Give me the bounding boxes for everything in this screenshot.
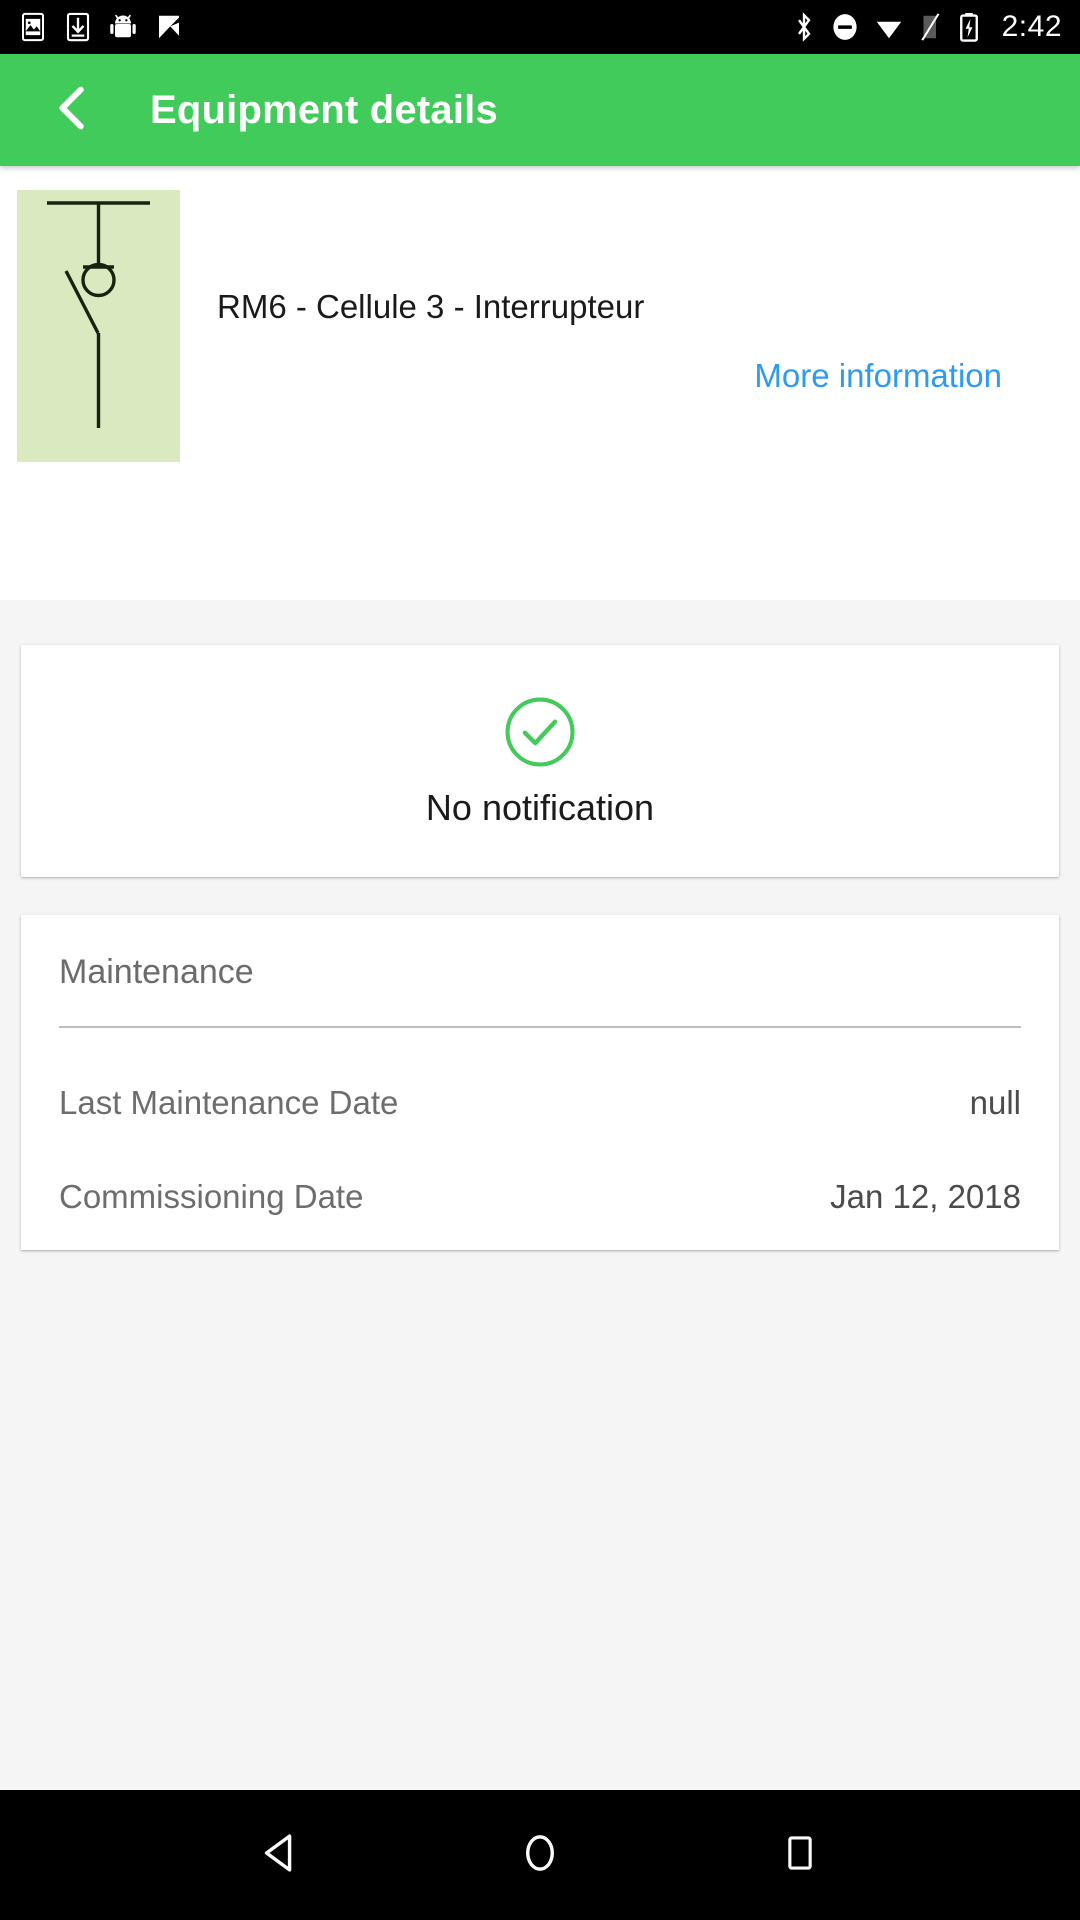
nav-recents-button[interactable] xyxy=(752,1807,848,1903)
battery-charging-icon xyxy=(957,12,981,42)
last-maintenance-date-value: null xyxy=(969,1084,1021,1121)
last-maintenance-date-label: Last Maintenance Date xyxy=(59,1084,399,1121)
do-not-disturb-icon xyxy=(830,12,860,42)
commissioning-date-label: Commissioning Date xyxy=(59,1178,364,1215)
app-bar: Equipment details xyxy=(0,54,1080,166)
square-recents-icon xyxy=(779,1832,821,1879)
more-information-link[interactable]: More information xyxy=(754,357,1002,395)
equipment-thumbnail xyxy=(17,190,180,462)
equipment-info: RM6 - Cellule 3 - Interrupteur More info… xyxy=(180,190,1080,600)
wifi-icon xyxy=(873,12,905,42)
table-row: Commissioning Date Jan 12, 2018 xyxy=(59,1122,1021,1216)
status-bar-right-icons: 2:42 xyxy=(791,10,1062,44)
equipment-name: RM6 - Cellule 3 - Interrupteur xyxy=(217,288,645,325)
check-circle-icon xyxy=(502,694,578,775)
status-bar-left-icons xyxy=(18,12,184,42)
bluetooth-icon xyxy=(791,12,817,42)
image-icon xyxy=(18,12,48,42)
download-icon xyxy=(64,12,92,42)
android-icon xyxy=(108,12,138,42)
table-row: Last Maintenance Date null xyxy=(59,1028,1021,1122)
triangle-back-icon xyxy=(257,1830,303,1881)
maintenance-card: Maintenance Last Maintenance Date null C… xyxy=(21,915,1059,1250)
status-bar: 2:42 xyxy=(0,0,1080,54)
content-scroll-area[interactable]: RM6 - Cellule 3 - Interrupteur More info… xyxy=(0,166,1080,1790)
commissioning-date-value: Jan 12, 2018 xyxy=(830,1178,1021,1215)
system-navigation-bar xyxy=(0,1790,1080,1920)
signal-off-icon xyxy=(918,12,944,42)
equipment-header: RM6 - Cellule 3 - Interrupteur More info… xyxy=(0,166,1080,600)
phone-screen: 2:42 Equipment details RM6 - Cellule 3 -… xyxy=(0,0,1080,1920)
switch-disconnector-schematic-icon xyxy=(17,201,180,466)
nav-back-button[interactable] xyxy=(232,1807,328,1903)
back-button[interactable] xyxy=(36,74,108,146)
maintenance-section-title: Maintenance xyxy=(59,953,254,991)
nav-home-button[interactable] xyxy=(492,1807,588,1903)
notification-status-text: No notification xyxy=(425,786,655,828)
checkmark-flag-icon xyxy=(154,12,184,42)
chevron-left-icon xyxy=(47,83,97,138)
page-title: Equipment details xyxy=(150,87,498,132)
notification-card: No notification xyxy=(21,645,1059,877)
circle-home-icon xyxy=(517,1830,563,1881)
status-bar-clock: 2:42 xyxy=(1001,10,1062,43)
